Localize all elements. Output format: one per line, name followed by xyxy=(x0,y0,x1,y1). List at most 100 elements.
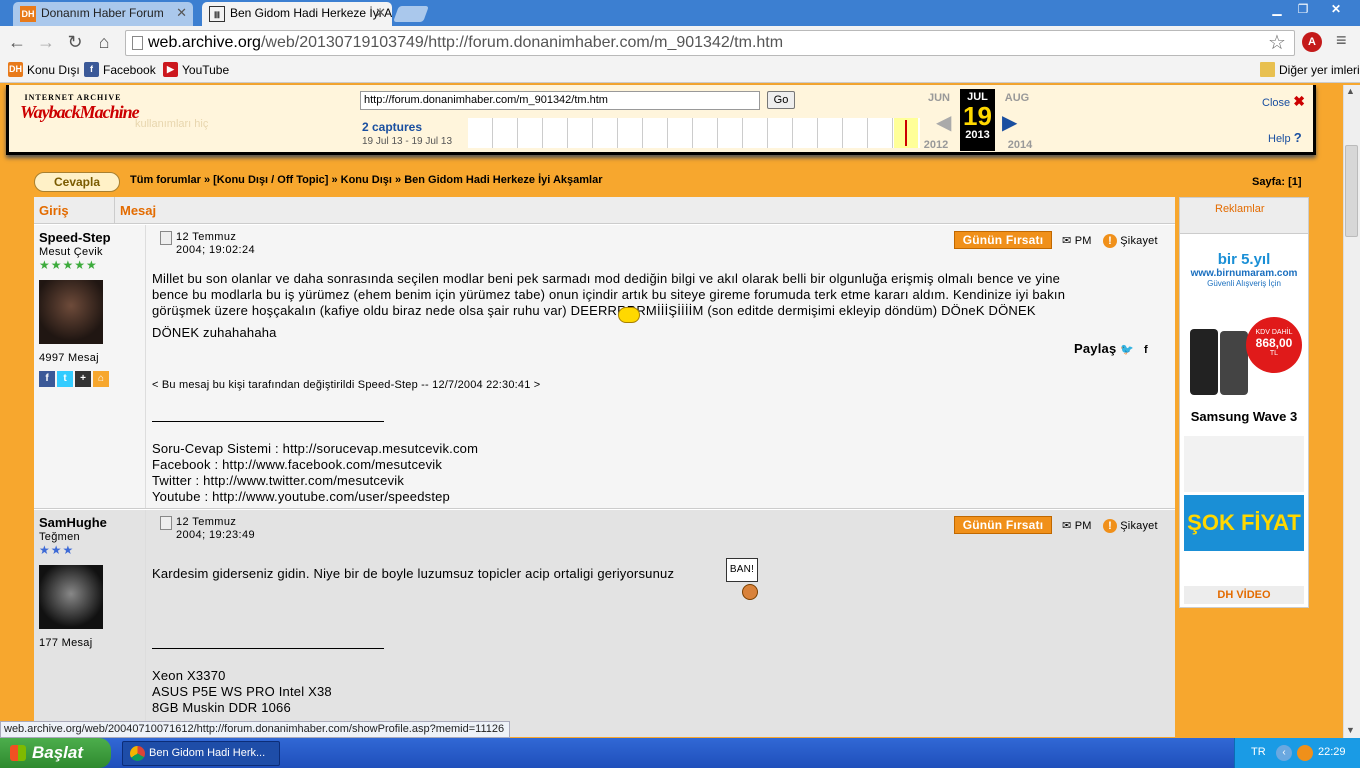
report-link[interactable]: ! Şikayet xyxy=(1103,234,1158,248)
breadcrumb[interactable]: Tüm forumlar » [Konu Dışı / Off Topic] »… xyxy=(130,174,602,186)
bookmark-label: Facebook xyxy=(103,63,156,77)
tray-arrow-icon[interactable]: ‹ xyxy=(1276,745,1292,761)
capture-sparkline[interactable] xyxy=(468,118,920,148)
facebook-icon: f xyxy=(84,62,99,77)
reload-icon[interactable]: ↻ xyxy=(63,30,87,54)
signature-link[interactable]: Youtube : http://www.youtube.com/user/sp… xyxy=(152,489,450,504)
phone-image xyxy=(1190,329,1218,395)
next-month[interactable]: AUG xyxy=(998,92,1036,104)
captures-link[interactable]: 2 captures xyxy=(362,120,422,134)
tab-active-archive[interactable]: Ⅲ Ben Gidom Hadi Herkeze İyi A ✕ xyxy=(202,2,392,26)
post-2: SamHughe Teğmen ★★★ 177 Mesaj 12 Temmuz 2… xyxy=(34,510,1175,737)
share-row: Paylaş 🐦 f xyxy=(1074,341,1148,356)
signature-link[interactable]: Twitter : http://www.twitter.com/mesutce… xyxy=(152,473,404,488)
tray-app-icon[interactable] xyxy=(1297,745,1313,761)
tab-donanimhaber[interactable]: DH Donanım Haber Forum ✕ xyxy=(13,2,193,26)
new-tab-button[interactable] xyxy=(393,6,429,22)
column-login[interactable]: Giriş xyxy=(39,203,69,218)
other-bookmarks[interactable]: Diğer yer imleri xyxy=(1260,62,1360,78)
wayback-help-link[interactable]: Help ? xyxy=(1268,130,1302,145)
close-icon[interactable]: ✕ xyxy=(375,2,386,24)
post-doc-icon xyxy=(160,516,172,530)
address-bar[interactable]: web.archive.org/web/20130719103749/http:… xyxy=(125,30,1295,56)
sok-fiyat-ad[interactable]: ŞOK FİYAT xyxy=(1184,495,1304,551)
bookmark-konu-disi[interactable]: DH Konu Dışı xyxy=(8,62,80,78)
reply-button[interactable]: Cevapla xyxy=(34,172,120,192)
facebook-share-icon[interactable]: f xyxy=(1144,344,1148,356)
pages-label: Sayfa: xyxy=(1252,176,1286,188)
wayback-logo[interactable]: INTERNET ARCHIVE WaybackMachine xyxy=(20,93,140,133)
dh-video-link[interactable]: DH VİDEO xyxy=(1184,586,1304,604)
maximize-button[interactable]: ❐ xyxy=(1290,0,1316,18)
bookmark-youtube[interactable]: ▶ YouTube xyxy=(163,62,229,78)
language-indicator[interactable]: TR xyxy=(1251,746,1266,758)
prev-year[interactable]: 2012 xyxy=(917,139,955,151)
current-date-box: JUL 19 2013 xyxy=(960,89,995,151)
prev-capture-icon[interactable]: ◀ xyxy=(936,110,951,135)
phone-image xyxy=(1220,331,1248,395)
date-line1: 12 Temmuz xyxy=(176,231,237,243)
deal-button[interactable]: Günün Fırsatı xyxy=(954,516,1052,534)
bookmark-star-icon[interactable]: ☆ xyxy=(1268,30,1286,55)
column-message: Mesaj xyxy=(120,203,157,218)
page-link[interactable]: [1] xyxy=(1288,176,1301,188)
home-icon[interactable]: ⌂ xyxy=(93,371,109,387)
pagination: Sayfa: [1] xyxy=(1252,176,1302,188)
ad-product-name: Samsung Wave 3 xyxy=(1190,409,1298,424)
forward-icon[interactable]: → xyxy=(34,30,58,54)
pm-label: PM xyxy=(1074,520,1092,532)
price-badge-note: KDV DAHİL xyxy=(1255,329,1293,336)
taskbar-chrome-window[interactable]: Ben Gidom Hadi Herk... xyxy=(122,741,280,766)
price-currency: TL xyxy=(1269,350,1279,357)
twitter-icon[interactable]: t xyxy=(57,371,73,387)
message-count: 177 Mesaj xyxy=(39,637,93,649)
close-window-button[interactable]: ✕ xyxy=(1316,0,1356,18)
pm-link[interactable]: ✉ PM xyxy=(1062,234,1092,247)
user-rank: Teğmen xyxy=(39,531,80,543)
next-capture-icon[interactable]: ▶ xyxy=(1002,110,1017,135)
close-x-icon: ✖ xyxy=(1293,93,1305,109)
post-text-line: görüşmek üzere hoşçakalın (kafiye oldu b… xyxy=(152,303,1036,318)
next-year[interactable]: 2014 xyxy=(1001,139,1039,151)
taskbar-window-label: Ben Gidom Hadi Herk... xyxy=(149,747,266,759)
extension-icon[interactable]: A xyxy=(1302,32,1322,52)
signature-line: 8GB Muskin DDR 1066 xyxy=(152,700,291,715)
page-icon xyxy=(132,36,143,50)
wayback-url-input[interactable]: http://forum.donanimhaber.com/m_901342/t… xyxy=(360,91,760,110)
username[interactable]: Speed-Step xyxy=(39,230,140,245)
close-icon[interactable]: ✕ xyxy=(176,2,187,24)
scroll-up-icon[interactable]: ▲ xyxy=(1346,86,1355,96)
bookmark-facebook[interactable]: f Facebook xyxy=(84,62,156,78)
prev-month[interactable]: JUN xyxy=(920,92,958,104)
username[interactable]: SamHughe xyxy=(39,515,140,530)
samsung-ad[interactable]: bir 5.yıl www.birnumaram.com Güvenli Alı… xyxy=(1184,251,1304,431)
deal-button[interactable]: Günün Fırsatı xyxy=(954,231,1052,249)
menu-icon[interactable]: ≡ xyxy=(1336,30,1347,51)
minimize-button[interactable]: ▁ xyxy=(1264,0,1290,18)
post-body: 12 Temmuz 2004; 19:23:49 Günün Fırsatı ✉ … xyxy=(152,510,1175,737)
logo-line1: INTERNET ARCHIVE xyxy=(24,93,122,102)
post-text-line: DÖNEK zuhahahaha xyxy=(152,325,277,340)
tab-label: Donanım Haber Forum xyxy=(41,6,164,20)
signature-link[interactable]: Facebook : http://www.facebook.com/mesut… xyxy=(152,457,442,472)
facebook-icon[interactable]: f xyxy=(39,371,55,387)
pm-link[interactable]: ✉ PM xyxy=(1062,519,1092,532)
back-icon[interactable]: ← xyxy=(5,30,29,54)
avatar[interactable] xyxy=(39,280,103,344)
scrollbar-thumb[interactable] xyxy=(1345,145,1358,237)
signature-link[interactable]: Soru-Cevap Sistemi : http://sorucevap.me… xyxy=(152,441,478,456)
twitter-share-icon[interactable]: 🐦 xyxy=(1120,344,1134,356)
dh-icon: DH xyxy=(8,62,23,77)
wayback-go-button[interactable]: Go xyxy=(767,91,795,109)
scroll-down-icon[interactable]: ▼ xyxy=(1346,725,1355,735)
date-line1: 12 Temmuz xyxy=(176,516,237,528)
signature-line: ASUS P5E WS PRO Intel X38 xyxy=(152,684,332,699)
sparkline-capture-mark xyxy=(905,120,907,146)
wayback-close-link[interactable]: Close ✖ xyxy=(1262,93,1305,110)
home-icon[interactable]: ⌂ xyxy=(92,30,116,54)
thread-header xyxy=(34,197,1175,224)
avatar[interactable] xyxy=(39,565,103,629)
edit-note: < Bu mesaj bu kişi tarafından değiştiril… xyxy=(152,379,541,391)
plus-icon[interactable]: + xyxy=(75,371,91,387)
report-link[interactable]: ! Şikayet xyxy=(1103,519,1158,533)
